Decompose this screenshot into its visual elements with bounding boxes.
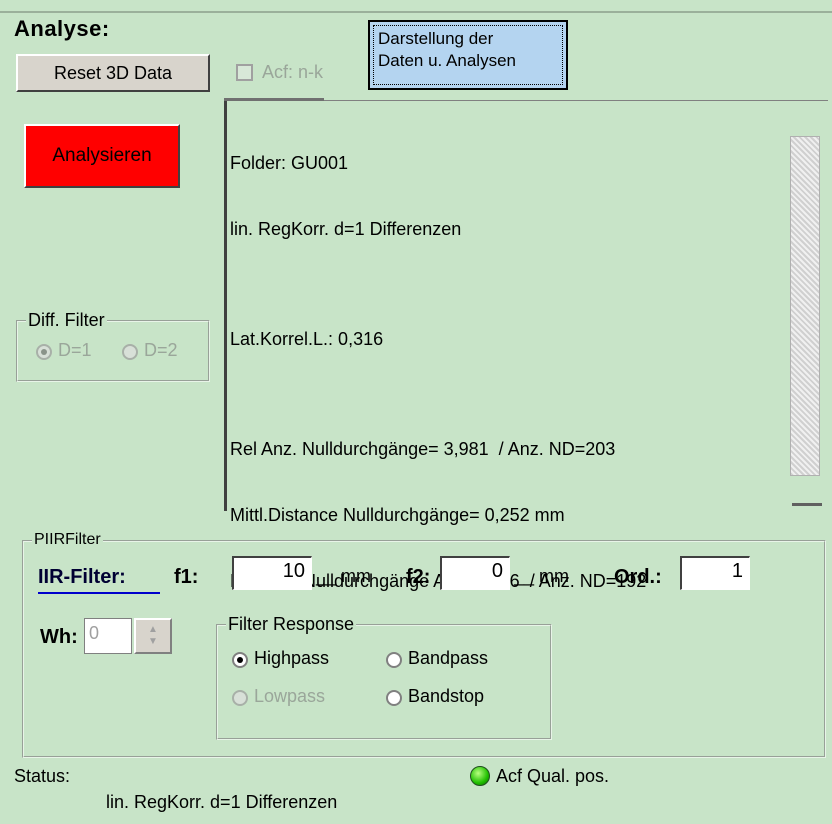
display-data-button-line1: Darstellung der — [378, 29, 494, 48]
order-input[interactable]: 1 — [680, 556, 750, 590]
iir-filter-underline — [38, 592, 160, 594]
analyse-button[interactable]: Analysieren — [24, 124, 180, 188]
bandstop-radio[interactable] — [386, 690, 402, 706]
textarea-tab-marker — [224, 98, 324, 101]
d1-radio-label: D=1 — [58, 340, 92, 360]
f1-input[interactable]: 10 — [232, 556, 312, 590]
acf-checkbox-label: Acf: n-k — [262, 62, 324, 82]
f2-input[interactable]: 0 — [440, 556, 510, 590]
wh-label: Wh: — [40, 626, 78, 648]
acf-checkbox[interactable] — [236, 64, 253, 81]
results-line: Folder: GU001 — [230, 153, 349, 173]
bandpass-label: Bandpass — [408, 648, 489, 668]
filter-response-legend: Filter Response — [226, 614, 357, 635]
bandstop-label: Bandstop — [408, 686, 485, 706]
wh-input[interactable]: 0 — [84, 618, 132, 654]
lowpass-radio[interactable] — [232, 690, 248, 706]
bandpass-radio[interactable] — [386, 652, 402, 668]
f1-label: f1: — [174, 566, 199, 588]
d2-radio[interactable] — [122, 344, 138, 360]
highpass-radio[interactable] — [232, 652, 248, 668]
order-label: Ord.: — [614, 566, 662, 588]
highpass-label: Highpass — [254, 648, 330, 668]
d1-radio[interactable] — [36, 344, 52, 360]
f2-label: f2: — [406, 566, 431, 588]
reset-3d-data-button[interactable]: Reset 3D Data — [16, 54, 210, 92]
results-line: lin. RegKorr. d=1 Differenzen — [230, 219, 462, 239]
vertical-scrollbar[interactable] — [790, 136, 820, 476]
scroll-marker — [792, 503, 822, 506]
f2-unit: __ mm — [514, 566, 570, 586]
f1-unit: __ mm — [316, 566, 372, 586]
diff-filter-group: Diff. Filter D=1 D=2 — [16, 310, 210, 382]
wh-spinner[interactable]: 0 ▲ ▼ — [84, 618, 174, 654]
analysis-title: Analyse: — [14, 16, 110, 41]
results-line: Rel Anz. Nulldurchgänge= 3,981 / Anz. ND… — [230, 439, 616, 459]
results-line: Lat.Korrel.L.: 0,316 — [230, 329, 384, 349]
iir-filter-link[interactable]: IIR-Filter: — [38, 566, 126, 589]
results-line: Mittl.Distance Nulldurchgänge= 0,252 mm — [230, 505, 565, 525]
wh-spin-buttons[interactable]: ▲ ▼ — [134, 618, 172, 654]
acf-quality-label: Acf Qual. pos. — [496, 766, 610, 786]
display-data-button-line2: Daten u. Analysen — [378, 51, 516, 70]
status-text: lin. RegKorr. d=1 Differenzen — [106, 792, 338, 812]
piirfilter-legend: PIIRFilter — [32, 531, 103, 549]
d2-radio-label: D=2 — [144, 340, 178, 360]
acf-quality-led-icon — [470, 766, 490, 786]
diff-filter-legend: Diff. Filter — [26, 310, 107, 331]
results-text: Folder: GU001 lin. RegKorr. d=1 Differen… — [230, 108, 646, 614]
spin-down-icon[interactable]: ▼ — [148, 636, 158, 648]
filter-response-group: Filter Response Highpass Bandpass Lowpas… — [216, 614, 552, 740]
lowpass-label: Lowpass — [254, 686, 326, 706]
status-label: Status: — [14, 766, 71, 786]
display-data-button[interactable]: Darstellung der Daten u. Analysen — [368, 20, 568, 90]
top-divider — [0, 11, 832, 13]
spin-up-icon[interactable]: ▲ — [148, 624, 158, 636]
